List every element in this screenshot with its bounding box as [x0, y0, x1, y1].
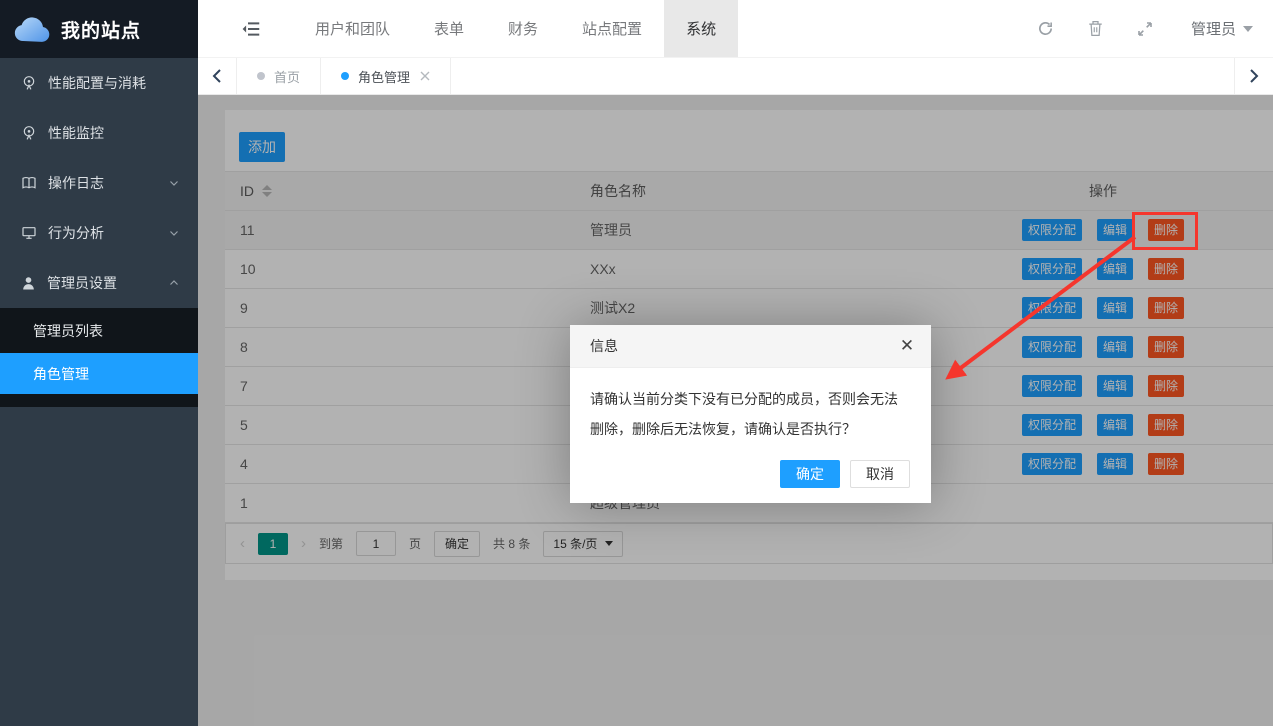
- dialog-close-icon[interactable]: ✕: [897, 336, 917, 356]
- sidebar-subitem-label: 管理员列表: [33, 321, 103, 341]
- dialog-confirm-button[interactable]: 确定: [780, 460, 840, 488]
- page-tab-label: 首页: [274, 67, 300, 86]
- tab-status-dot: [341, 72, 349, 80]
- sidebar-item-label: 行为分析: [48, 223, 104, 243]
- tab-status-dot: [257, 72, 265, 80]
- topnav-actions: 管理员: [1037, 18, 1253, 39]
- user-icon: [21, 276, 36, 291]
- broadcast-icon: [21, 75, 37, 91]
- sidebar-menu: 性能配置与消耗性能监控操作日志行为分析管理员设置: [0, 58, 198, 308]
- chevron-down-icon: [168, 227, 180, 239]
- sidebar-subitem-2[interactable]: 角色管理: [0, 353, 198, 394]
- sidebar-item-label: 管理员设置: [47, 273, 117, 293]
- logo-bar: 我的站点: [0, 0, 198, 58]
- top-nav-tab-2[interactable]: 表单: [412, 0, 486, 57]
- refresh-icon[interactable]: [1037, 20, 1054, 37]
- sidebar-subitem-1[interactable]: 管理员列表: [0, 308, 198, 353]
- book-icon: [21, 175, 37, 191]
- sidebar-item-label: 性能监控: [48, 123, 104, 143]
- fullscreen-icon[interactable]: [1137, 21, 1153, 37]
- dialog-footer: 确定 取消: [780, 460, 910, 488]
- tabbar-spacer: [451, 58, 1234, 94]
- sidebar-item-label: 性能配置与消耗: [48, 73, 146, 93]
- tabs-scroll-left-button[interactable]: [198, 58, 237, 94]
- monitor-icon: [21, 225, 37, 241]
- tab-close-icon[interactable]: [420, 71, 430, 81]
- page-tab-label: 角色管理: [358, 67, 410, 86]
- user-name: 管理员: [1191, 18, 1236, 39]
- dialog-message: 请确认当前分类下没有已分配的成员，否则会无法删除，删除后无法恢复，请确认是否执行…: [570, 368, 931, 444]
- chevron-down-icon: [1243, 26, 1253, 32]
- confirm-dialog: 信息 ✕ 请确认当前分类下没有已分配的成员，否则会无法删除，删除后无法恢复，请确…: [570, 325, 931, 503]
- sidebar-item-4[interactable]: 行为分析: [0, 208, 198, 258]
- sidebar-item-2[interactable]: 性能监控: [0, 108, 198, 158]
- broadcast-icon: [21, 125, 37, 141]
- sidebar-item-3[interactable]: 操作日志: [0, 158, 198, 208]
- user-menu[interactable]: 管理员: [1191, 18, 1253, 39]
- open-page-tabs: 首页 角色管理: [237, 58, 451, 94]
- tabs-scroll-right-button[interactable]: [1234, 58, 1273, 94]
- chevron-down-icon: [168, 177, 180, 189]
- trash-icon[interactable]: [1088, 20, 1103, 37]
- top-nav-tab-3[interactable]: 财务: [486, 0, 560, 57]
- top-nav-tab-5[interactable]: 系统: [664, 0, 738, 57]
- top-nav-tab-4[interactable]: 站点配置: [560, 0, 664, 57]
- page-tab-1[interactable]: 首页: [237, 58, 321, 94]
- dialog-header: 信息 ✕: [570, 325, 931, 368]
- page-tab-bar: 首页 角色管理: [198, 58, 1273, 95]
- menu-fold-icon[interactable]: [242, 21, 260, 37]
- sidebar-submenu: 管理员列表角色管理: [0, 308, 198, 407]
- top-nav-tabs: 用户和团队表单财务站点配置系统: [293, 0, 738, 57]
- sidebar-item-1[interactable]: 性能配置与消耗: [0, 58, 198, 108]
- sidebar-item-label: 操作日志: [48, 173, 104, 193]
- top-navbar: 用户和团队表单财务站点配置系统 管理员: [198, 0, 1273, 58]
- sidebar-subitem-label: 角色管理: [33, 364, 89, 384]
- dialog-title: 信息: [590, 336, 618, 356]
- app-title: 我的站点: [61, 16, 141, 43]
- top-nav-tab-1[interactable]: 用户和团队: [293, 0, 412, 57]
- dialog-cancel-button[interactable]: 取消: [850, 460, 910, 488]
- page-tab-2[interactable]: 角色管理: [321, 58, 451, 94]
- cloud-logo-icon: [13, 15, 51, 43]
- sidebar-item-5[interactable]: 管理员设置: [0, 258, 198, 308]
- sidebar: 我的站点 性能配置与消耗性能监控操作日志行为分析管理员设置 管理员列表角色管理: [0, 0, 198, 726]
- chevron-up-icon: [168, 277, 180, 289]
